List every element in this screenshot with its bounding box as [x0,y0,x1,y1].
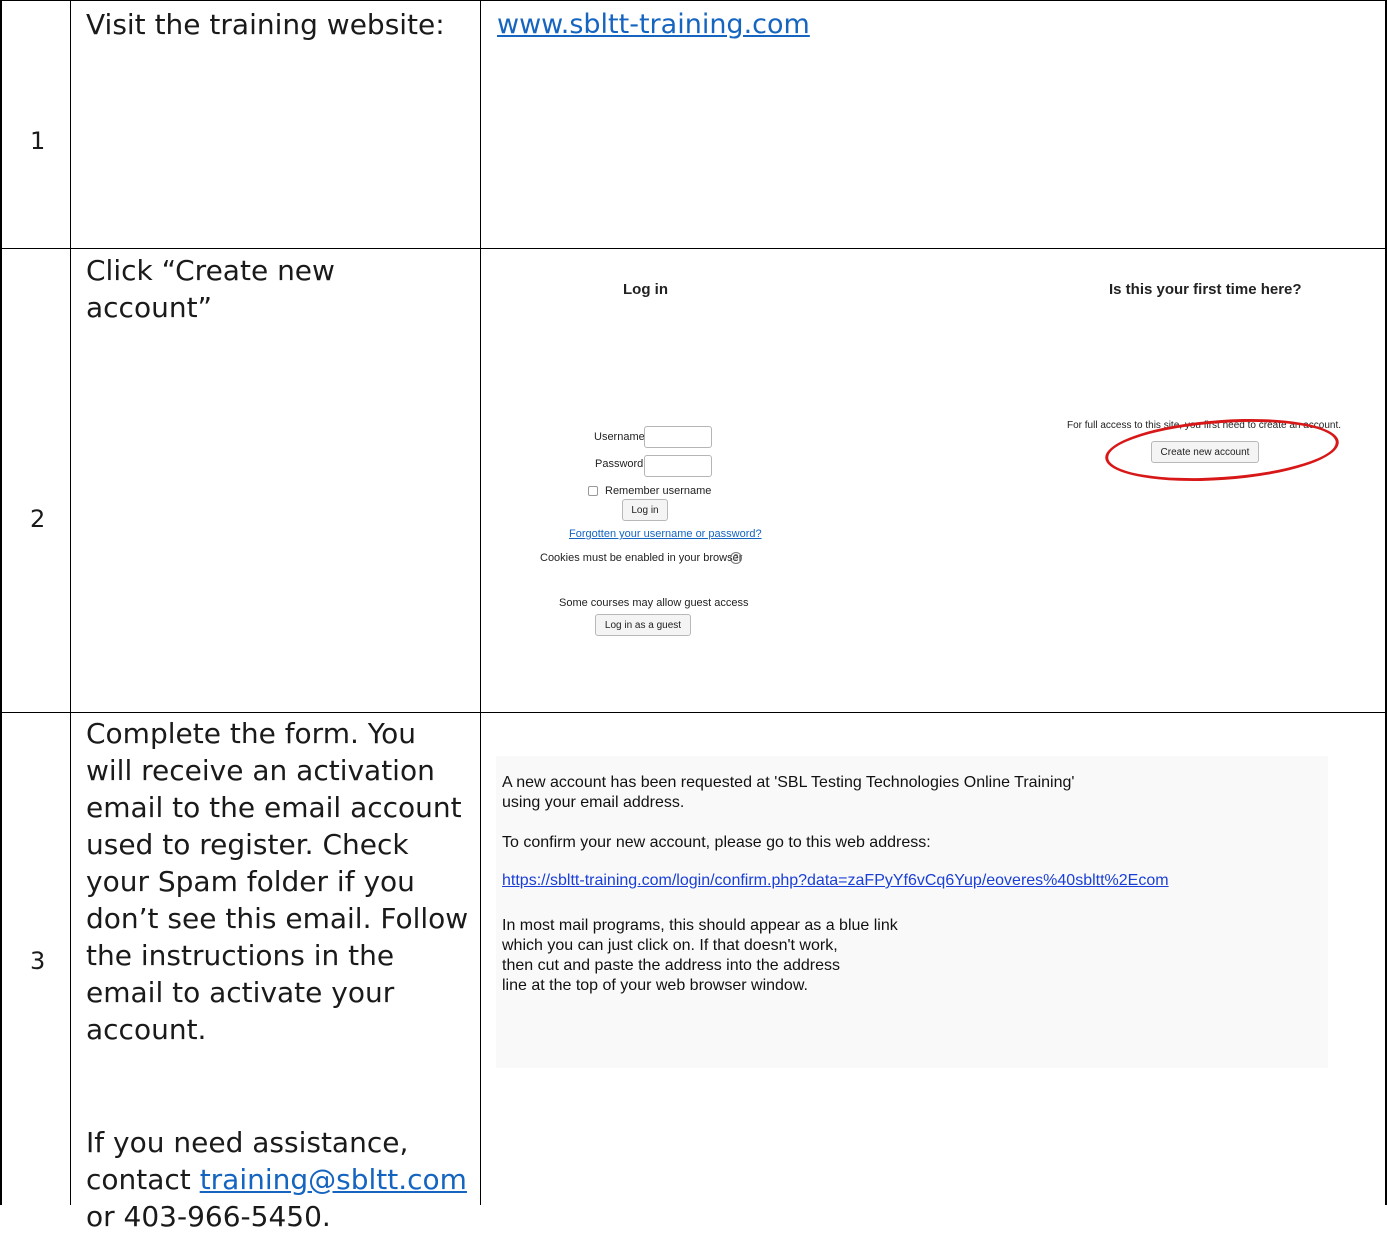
username-label: Username [594,431,645,443]
step-1-instruction: Visit the training website: [86,8,445,41]
step-3-instruction: Complete the form. You will receive an a… [86,717,469,1046]
forgot-password-link[interactable]: Forgotten your username or password? [569,528,762,540]
login-title: Log in [623,281,668,298]
assistance-text: If you need assistance, contact training… [86,1124,470,1235]
email-line-1: A new account has been requested at 'SBL… [502,774,1075,791]
step-number-3: 3 [30,947,46,975]
login-page-screenshot: Log in Username Password Remember userna… [481,249,1385,711]
guest-access-text: Some courses may allow guest access [559,597,749,609]
row-divider-2 [0,712,1387,713]
step-number-1: 1 [30,127,46,155]
step-number-2: 2 [30,505,46,533]
first-time-title: Is this your first time here? [1109,281,1302,298]
table-border-left [0,0,2,1205]
remember-username-label: Remember username [605,485,712,497]
instructions-table: 1 Visit the training website: www.sbltt-… [0,0,1387,1233]
step-2-instruction: Click “Create new account” [86,254,335,324]
email-line-4: In most mail programs, this should appea… [502,917,898,934]
password-label: Password [595,458,644,470]
activation-email-screenshot: A new account has been requested at 'SBL… [496,756,1328,1068]
login-button[interactable]: Log in [622,499,668,521]
guest-login-button[interactable]: Log in as a guest [595,614,691,636]
email-line-2: using your email address. [502,794,685,811]
email-line-5: which you can just click on. If that doe… [502,937,838,954]
username-input[interactable] [644,426,712,448]
email-line-7: line at the top of your web browser wind… [502,977,808,994]
email-line-3: To confirm your new account, please go t… [502,834,931,851]
confirm-account-link[interactable]: https://sbltt-training.com/login/confirm… [502,871,1169,891]
table-border-top [0,0,1387,1]
cookies-notice: Cookies must be enabled in your browser [540,552,743,564]
remember-username-checkbox[interactable] [588,486,598,496]
column-divider-1 [70,0,71,1205]
training-email-link[interactable]: training@sbltt.com [200,1163,467,1196]
email-line-6: then cut and paste the address into the … [502,957,841,974]
password-input[interactable] [644,455,712,477]
help-icon[interactable]: ? [730,552,742,564]
training-website-link[interactable]: www.sbltt-training.com [497,9,810,40]
